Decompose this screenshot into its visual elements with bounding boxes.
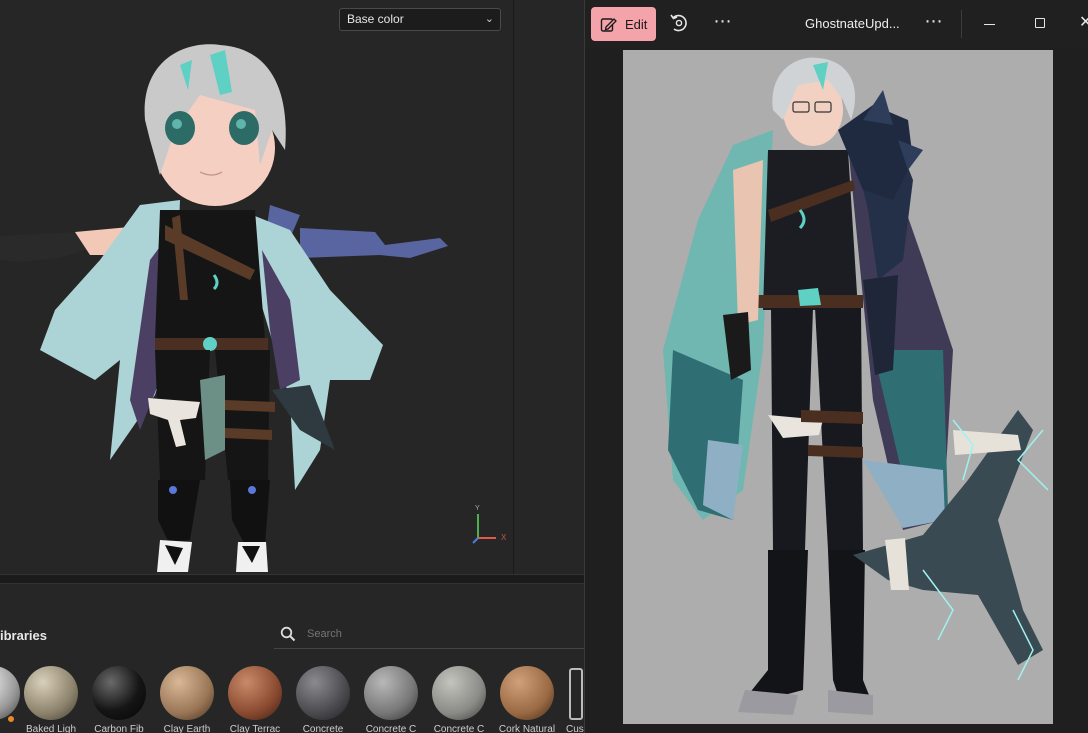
more-options-icon[interactable]: ⋯ [712,12,734,36]
material-thumbnail [228,666,282,720]
material-label: Clay Terrac [229,724,281,733]
material-label: Cork Natural [498,724,556,733]
viewport-side-panel [513,0,585,574]
material-label: Concrete C [365,724,417,733]
material-thumbnail [160,666,214,720]
chevron-down-icon: ⌄ [484,13,494,25]
texture-editor: Base color ⌄ Y X ibraries ... [0,0,585,733]
axis-y-label: Y [475,505,480,512]
axis-x-label: X [501,533,507,542]
material-thumbnail [24,666,78,720]
character-illustration-art [663,57,1049,715]
close-icon[interactable]: ✕ [1079,12,1088,32]
minimize-icon[interactable] [984,24,995,25]
photo-canvas[interactable] [585,48,1088,733]
material-item[interactable]: Concrete C [362,666,420,733]
chibi-model-render [0,44,448,572]
file-title: GhostnateUpd... [805,16,900,31]
title-separator [961,10,962,38]
axis-gizmo: Y X [472,505,507,544]
character-illustration [623,50,1053,724]
material-item[interactable]: ... [0,666,22,733]
material-item[interactable]: Cork Natural [498,666,556,733]
material-item[interactable]: Baked Ligh [22,666,80,733]
libraries-title: ibraries [0,628,47,643]
material-thumbnail [500,666,554,720]
material-library-list: ... Baked Ligh Carbon Fib Clay Earth Cla… [0,652,584,733]
status-dot-icon [8,716,14,722]
material-item[interactable]: Clay Earth [158,666,216,733]
material-label: Concrete [302,724,344,733]
material-thumbnail [0,666,20,720]
material-label: Concrete C [433,724,485,733]
material-label: Carbon Fib [94,724,144,733]
material-item[interactable]: Concrete [294,666,352,733]
material-item[interactable]: Concrete C [430,666,488,733]
panel-toolbar [0,584,584,618]
rotate-icon[interactable] [668,12,690,34]
material-label: Cus [566,724,584,733]
title-bar: Edit ⋯ GhostnateUpd... ⋯ ✕ [585,0,1088,48]
channel-select-value: Base color [347,12,404,26]
more-options-icon[interactable]: ⋯ [923,12,945,36]
search-box[interactable] [274,622,584,649]
edit-button[interactable]: Edit [591,7,656,41]
material-thumbnail [432,666,486,720]
material-item[interactable]: Carbon Fib [90,666,148,733]
material-thumbnail [364,666,418,720]
material-label: Clay Earth [163,724,211,733]
3d-viewport[interactable]: Base color ⌄ Y X [0,0,513,574]
panel-splitter[interactable] [0,574,584,584]
edit-label: Edit [625,17,648,32]
edit-image-icon [600,18,617,32]
libraries-header: ibraries [0,618,584,652]
material-item[interactable]: Clay Terrac [226,666,284,733]
material-thumbnail [296,666,350,720]
maximize-icon[interactable] [1035,18,1045,28]
photos-window: Edit ⋯ GhostnateUpd... ⋯ ✕ [584,0,1088,733]
channel-select[interactable]: Base color ⌄ [339,8,501,31]
material-thumbnail [92,666,146,720]
search-icon [280,626,296,642]
material-label: Baked Ligh [25,724,77,733]
custom-material-item[interactable] [569,668,583,720]
search-input[interactable] [307,628,557,640]
